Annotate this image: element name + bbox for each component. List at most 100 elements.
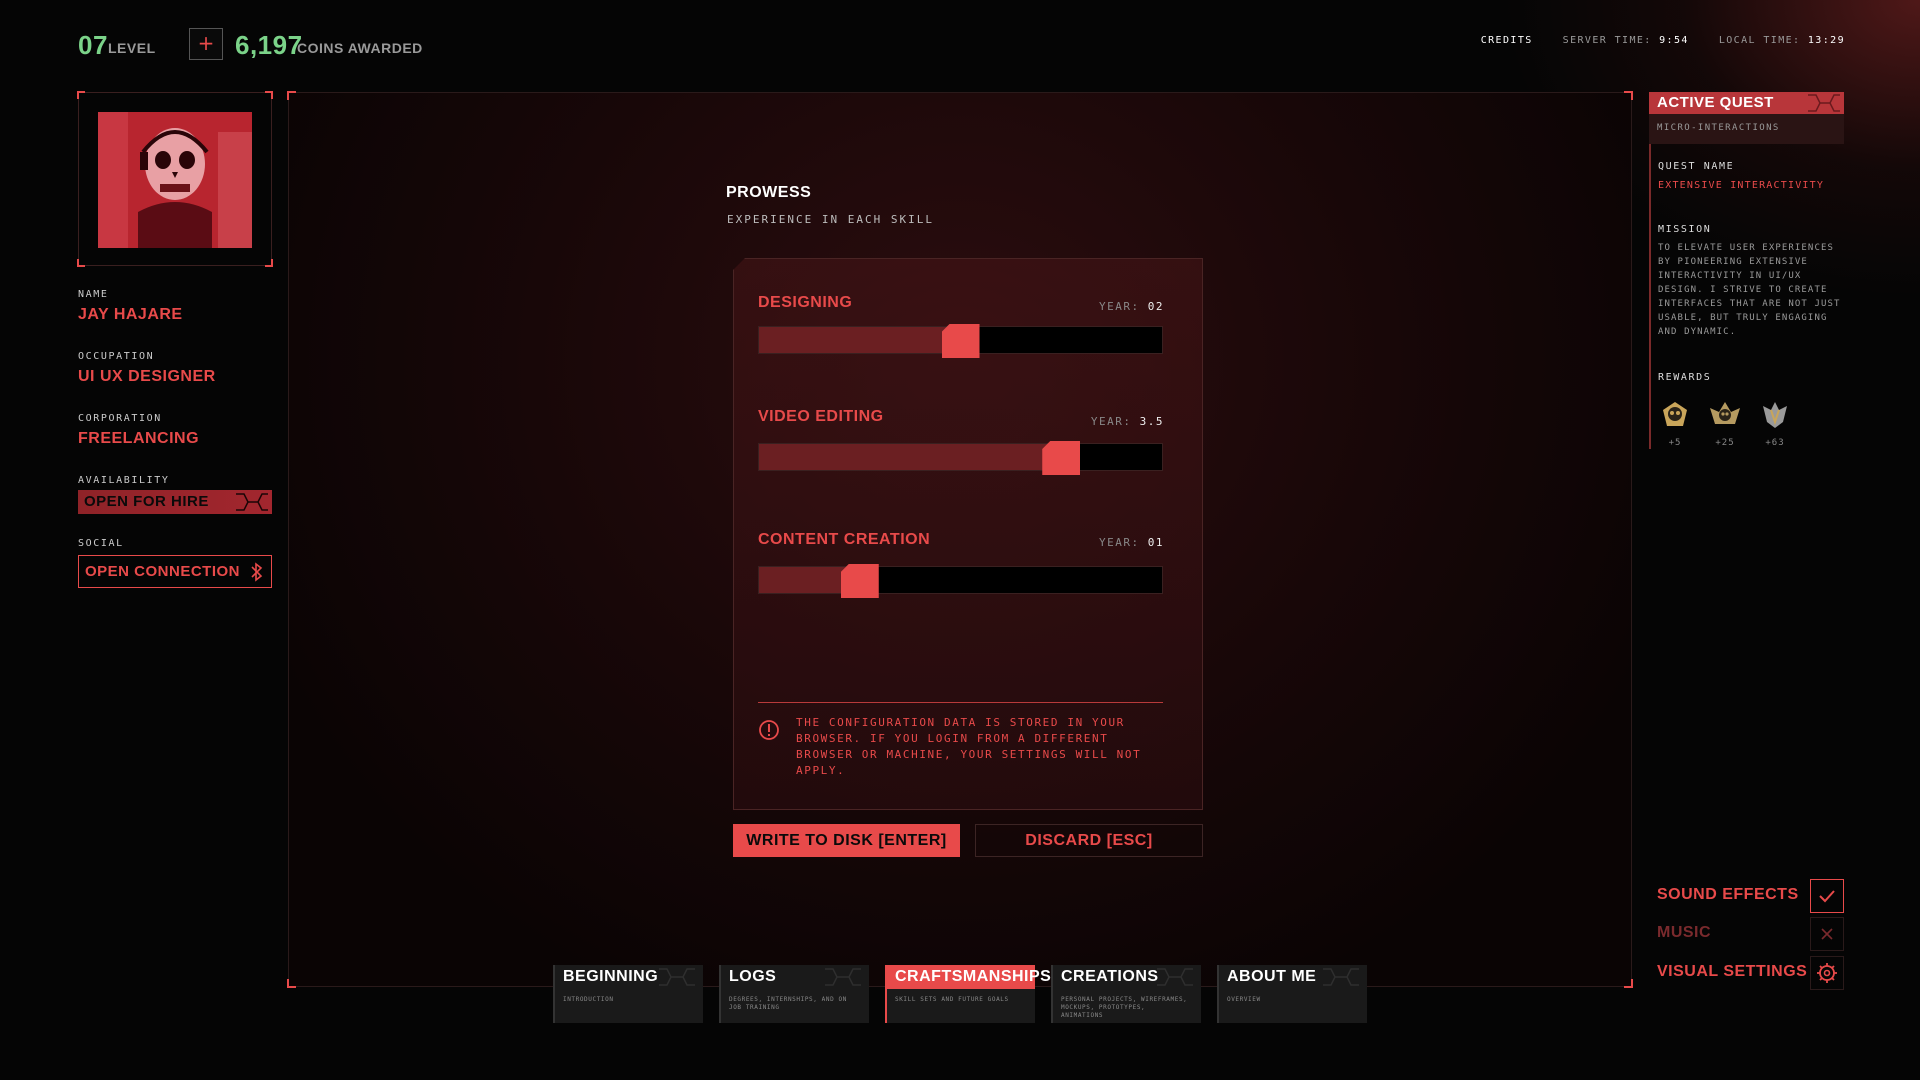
corporation-label: CORPORATION [78, 413, 162, 424]
reward-amount: +5 [1668, 438, 1682, 448]
add-coins-button[interactable]: + [189, 28, 223, 60]
prowess-title: PROWESS [726, 184, 812, 201]
year-value: 3.5 [1139, 415, 1164, 428]
nav-tab-title: CREATIONS [1061, 968, 1159, 985]
mission-label: MISSION [1658, 224, 1712, 235]
name-value: JAY HAJARE [78, 306, 183, 323]
nav-tab-craftsmanships[interactable]: CRAFTSMANSHIPS SKILL SETS AND FUTURE GOA… [885, 965, 1051, 1023]
slider-fill [759, 444, 1062, 470]
nav-tab-creations[interactable]: CREATIONS PERSONAL PROJECTS, WIREFRAMES,… [1051, 965, 1201, 1023]
availability-badge: OPEN FOR HIRE [78, 490, 272, 514]
gear-icon [1817, 963, 1837, 983]
server-time: SERVER TIME: 9:54 [1563, 35, 1689, 46]
skill-year: YEAR: 02 [1099, 300, 1164, 313]
winged-skull-badge-icon [1710, 402, 1740, 424]
frame-corner [77, 259, 85, 267]
quest-name-value: EXTENSIVE INTERACTIVITY [1658, 180, 1825, 191]
active-quest-header: ACTIVE QUEST MICRO-INTERACTIONS [1649, 92, 1844, 144]
year-value: 01 [1147, 536, 1164, 549]
tab-indicator [885, 965, 887, 1023]
visual-settings-button[interactable]: VISUAL SETTINGS [1649, 955, 1844, 991]
reward-badge: +25 [1708, 400, 1742, 448]
quest-rail [1649, 144, 1651, 449]
corporation-value: FREELANCING [78, 430, 200, 447]
level-label: LEVEL [108, 40, 156, 56]
hex-pattern-icon [1157, 968, 1193, 986]
warning-icon [759, 720, 779, 740]
sound-effects-checkbox[interactable] [1810, 879, 1844, 913]
year-label: YEAR: [1090, 415, 1132, 428]
social-label: SOCIAL [78, 538, 124, 549]
availability-value: OPEN FOR HIRE [84, 493, 209, 510]
local-time: LOCAL TIME: 13:29 [1719, 35, 1845, 46]
quest-category-bar: MICRO-INTERACTIONS [1649, 114, 1844, 144]
nav-tab-beginning[interactable]: BEGINNING INTRODUCTION [553, 965, 703, 1023]
availability-label: AVAILABILITY [78, 475, 170, 486]
sound-effects-label: SOUND EFFECTS [1657, 886, 1799, 903]
frame-corner [287, 91, 296, 100]
skill-slider[interactable] [758, 564, 1163, 598]
tab-indicator [1051, 965, 1053, 1023]
skull-avatar-image [98, 112, 252, 248]
sound-effects-toggle[interactable]: SOUND EFFECTS [1649, 878, 1844, 914]
year-label: YEAR: [1099, 300, 1140, 313]
music-checkbox[interactable] [1810, 917, 1844, 951]
nav-tab-title: ABOUT ME [1227, 968, 1317, 985]
hex-pattern-icon [1808, 94, 1840, 112]
year-label: YEAR: [1099, 536, 1140, 549]
frame-corner [287, 979, 296, 988]
frame-corner [1624, 979, 1633, 988]
frame-corner [265, 91, 273, 99]
skills-panel: DESIGNING YEAR: 02 VIDEO EDITING YEAR: 3… [733, 258, 1203, 810]
slider-thumb[interactable] [840, 564, 879, 598]
nav-tab-logs[interactable]: LOGS DEGREES, INTERNSHIPS, AND ON JOB TR… [719, 965, 869, 1023]
hex-pattern-icon [236, 493, 268, 511]
nav-tab-description: PERSONAL PROJECTS, WIREFRAMES, MOCKUPS, … [1061, 996, 1188, 1019]
write-to-disk-button[interactable]: WRITE TO DISK [ENTER] [733, 824, 960, 857]
avatar [98, 112, 252, 248]
active-quest-title: ACTIVE QUEST [1657, 94, 1774, 111]
close-icon [1821, 928, 1833, 940]
tab-indicator [553, 965, 555, 1023]
nav-tab-about-me[interactable]: ABOUT ME OVERVIEW [1217, 965, 1367, 1023]
name-label: NAME [78, 289, 109, 300]
skill-name: VIDEO EDITING [758, 408, 884, 425]
skill-name: CONTENT CREATION [758, 531, 931, 548]
nav-tab-description: SKILL SETS AND FUTURE GOALS [895, 996, 1009, 1003]
server-time-label: SERVER TIME: [1562, 35, 1652, 46]
discard-button[interactable]: DISCARD [ESC] [975, 824, 1203, 857]
tab-indicator [719, 965, 721, 1023]
social-button-label: OPEN CONNECTION [85, 563, 241, 580]
slider-thumb[interactable] [1042, 441, 1081, 475]
music-toggle[interactable]: MUSIC [1649, 916, 1844, 952]
active-quest-bar: ACTIVE QUEST [1649, 92, 1844, 114]
nav-tab-title: LOGS [729, 968, 777, 985]
skill-year: YEAR: 3.5 [1091, 415, 1164, 428]
skill-name: DESIGNING [758, 294, 853, 311]
year-value: 02 [1147, 300, 1164, 313]
divider [758, 702, 1163, 703]
skill-slider[interactable] [758, 324, 1163, 358]
nav-tab-description: OVERVIEW [1227, 996, 1261, 1003]
hex-pattern-icon [1323, 968, 1359, 986]
open-connection-button[interactable]: OPEN CONNECTION [78, 555, 272, 588]
coins-label: COINS AWARDED [297, 40, 423, 56]
quest-category: MICRO-INTERACTIONS [1657, 123, 1780, 133]
credits-link[interactable]: CREDITS [1481, 35, 1533, 46]
bluetooth-icon [251, 562, 263, 582]
server-time-value: 9:54 [1659, 35, 1689, 46]
nav-tab-description: INTRODUCTION [563, 996, 614, 1003]
prowess-subtitle: EXPERIENCE IN EACH SKILL [727, 213, 934, 226]
level-value: 07 [78, 30, 108, 60]
visual-settings-label: VISUAL SETTINGS [1657, 963, 1808, 980]
slider-thumb[interactable] [941, 324, 980, 358]
top-bar: 07 LEVEL + 6,197 COINS AWARDED CREDITS S… [78, 26, 1920, 66]
reward-amount: +63 [1765, 438, 1785, 448]
frame-corner [77, 91, 85, 99]
skill-slider[interactable] [758, 441, 1163, 475]
skill-year: YEAR: 01 [1099, 536, 1164, 549]
visual-settings-icon-box[interactable] [1810, 956, 1844, 990]
skull-badge-icon [1663, 402, 1687, 426]
frame-corner [265, 259, 273, 267]
check-icon [1819, 890, 1835, 903]
